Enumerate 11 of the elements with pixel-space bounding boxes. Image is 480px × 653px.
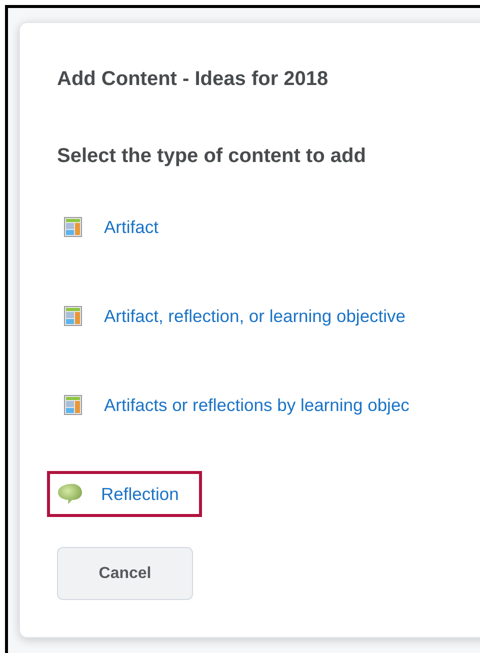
cancel-button[interactable]: Cancel [57, 547, 193, 600]
layout-icon [64, 306, 82, 326]
layout-icon [64, 217, 82, 237]
content-type-link[interactable]: Artifacts or reflections by learning objec [47, 382, 432, 428]
content-type-link[interactable]: Artifact [47, 204, 182, 250]
dialog-prompt: Select the type of content to add [57, 144, 367, 169]
speech-bubble-icon [57, 483, 83, 505]
content-type-link[interactable]: Artifact, reflection, or learning objective [47, 293, 429, 339]
layout-icon [64, 395, 82, 415]
dialog-title: Add Content - Ideas for 2018 [57, 67, 330, 92]
content-type-link[interactable]: Reflection [47, 471, 202, 517]
